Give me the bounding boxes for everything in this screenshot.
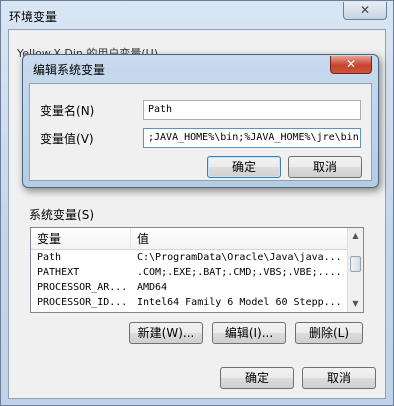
table-row[interactable]: PROCESSOR_ID... Intel64 Family 6 Model 6… <box>31 295 363 310</box>
dialog-close-button[interactable]: ✕ <box>330 56 372 74</box>
variable-value-label-text: 变量值 <box>40 132 77 146</box>
system-variables-label: 系统变量(S) <box>29 206 94 223</box>
table-row[interactable]: PROCESSOR_AR... AMD64 <box>31 280 363 295</box>
row-variable-value: AMD64 <box>137 282 168 293</box>
variable-value-access-key: (V) <box>76 132 94 146</box>
list-scrollbar[interactable]: ▲ ▼ <box>347 228 363 312</box>
edit-button-access-key: (I)... <box>248 326 274 340</box>
list-header: 变量 值 <box>31 228 363 250</box>
scroll-thumb[interactable] <box>350 256 361 272</box>
row-variable-value: Intel64 Family 6 Model 60 Stepp... <box>137 297 342 308</box>
row-variable-name: PROCESSOR_AR... <box>37 282 128 293</box>
row-variable-name: PATHEXT <box>37 267 80 278</box>
dialog-client-area: 变量名(N) Path 变量值(V) ;JAVA_HOME%\bin;%JAVA… <box>29 83 372 181</box>
window-close-button[interactable]: ✕ <box>343 2 387 20</box>
dialog-cancel-button[interactable]: 取消 <box>288 156 362 178</box>
row-variable-name: PROCESSOR_ID... <box>37 297 128 308</box>
ok-button[interactable]: 确定 <box>220 367 294 389</box>
cancel-button[interactable]: 取消 <box>302 367 376 389</box>
delete-button-access-key: (L) <box>332 326 350 340</box>
row-variable-value: C:\ProgramData\Oracle\Java\java... <box>137 252 342 263</box>
scroll-up-arrow-icon[interactable]: ▲ <box>348 228 363 244</box>
column-header-variable[interactable]: 变量 <box>31 228 131 249</box>
new-button[interactable]: 新建(W)... <box>129 322 203 344</box>
variable-name-access-key: (N) <box>76 104 95 118</box>
row-variable-value: .COM;.EXE;.BAT;.CMD;.VBS;.VBE;.... <box>137 267 342 278</box>
variable-name-label: 变量名(N) <box>40 102 94 119</box>
scroll-down-arrow-icon[interactable]: ▼ <box>348 296 363 312</box>
table-row[interactable]: Path C:\ProgramData\Oracle\Java\java... <box>31 250 363 265</box>
row-variable-name: Path <box>37 252 62 263</box>
dialog-title: 编辑系统变量 <box>33 63 106 77</box>
new-button-label: 新建 <box>137 326 162 340</box>
edit-system-variable-dialog: 编辑系统变量 ✕ 变量名(N) Path 变量值(V) ;JAVA_HOME%\… <box>22 54 379 188</box>
close-icon: ✕ <box>345 57 357 71</box>
variable-name-label-text: 变量名 <box>40 104 77 118</box>
table-row[interactable]: PATHEXT .COM;.EXE;.BAT;.CMD;.VBS;.VBE;..… <box>31 265 363 280</box>
delete-button[interactable]: 删除(L) <box>295 322 363 344</box>
window-title: 环境变量 <box>9 10 58 24</box>
edit-button[interactable]: 编辑(I)... <box>212 322 286 344</box>
variable-value-label: 变量值(V) <box>40 130 94 147</box>
system-variables-access-key: (S) <box>77 208 94 222</box>
edit-button-label: 编辑 <box>224 326 249 340</box>
delete-button-label: 删除 <box>308 326 333 340</box>
dialog-ok-button[interactable]: 确定 <box>207 156 281 178</box>
column-header-value[interactable]: 值 <box>131 228 363 249</box>
variable-name-field[interactable]: Path <box>143 100 361 120</box>
variable-value-field[interactable]: ;JAVA_HOME%\bin;%JAVA_HOME%\jre\bin; <box>143 128 361 148</box>
system-variables-text: 系统变量 <box>29 208 78 222</box>
close-icon: ✕ <box>359 3 371 17</box>
system-variables-list[interactable]: 变量 值 Path C:\ProgramData\Oracle\Java\jav… <box>30 227 364 313</box>
new-button-access-key: (W)... <box>161 326 195 340</box>
